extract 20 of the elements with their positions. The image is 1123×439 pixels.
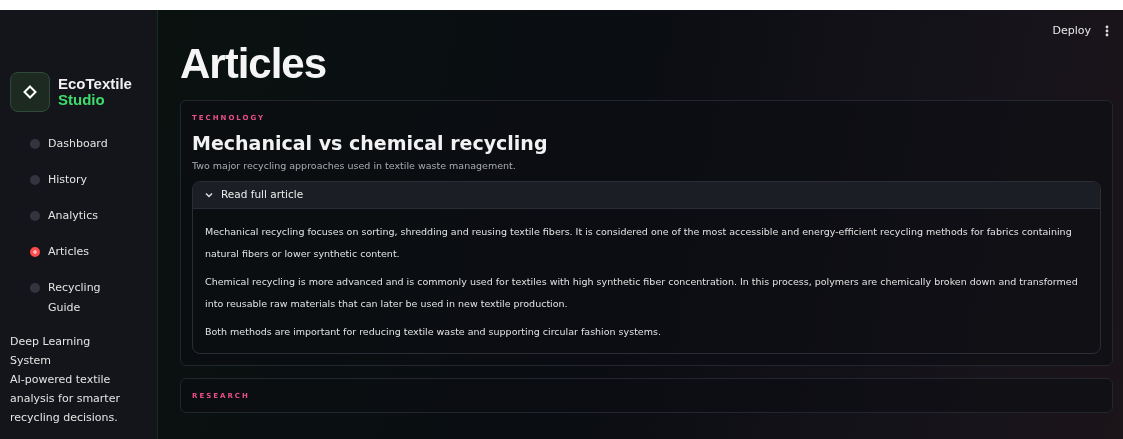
nav-item[interactable]: History [30,164,149,196]
nav-item[interactable]: Recycling Guide [30,272,149,324]
brand-name: EcoTextile [58,76,132,92]
expander-header[interactable]: Read full article [193,181,1100,209]
nav-item[interactable]: Analytics [30,200,149,232]
brand-accent: Studio [58,92,106,108]
article-title: Mechanical vs chemical recycling [192,130,548,156]
more-menu-icon[interactable] [1105,25,1109,38]
page-title: Articles [180,40,327,88]
deploy-button[interactable]: Deploy [1052,23,1091,40]
article-paragraph: Mechanical recycling focuses on sorting, shredding and reusing textile fibers. It is considered one of the most accessible and energy-efficient recycling methods for fabrics containing natural fibers or lower synthetic content. [205,224,1073,261]
chevron-icon [205,191,213,198]
footer-title: Deep Learning System [10,334,92,369]
article-paragraph: Both methods are important for reducing textile waste and supporting circular fashion systems. [205,324,662,339]
footer-text: AI-powered textile analysis for smarter recycling decisions. [10,372,121,426]
nav-item[interactable]: Dashboard [30,128,149,160]
nav-item[interactable]: Articles [30,236,149,268]
article-summary: Two major recycling approaches used in textile waste management. [192,158,516,173]
article-paragraph: Chemical recycling is more advanced and is commonly used for textiles with high synthetic fiber concentration. In this process, polymers are chemically broken down and transformed into reusable raw materials that can later be used in new textile production. [205,274,1079,311]
diamond-logo-icon [10,72,50,112]
